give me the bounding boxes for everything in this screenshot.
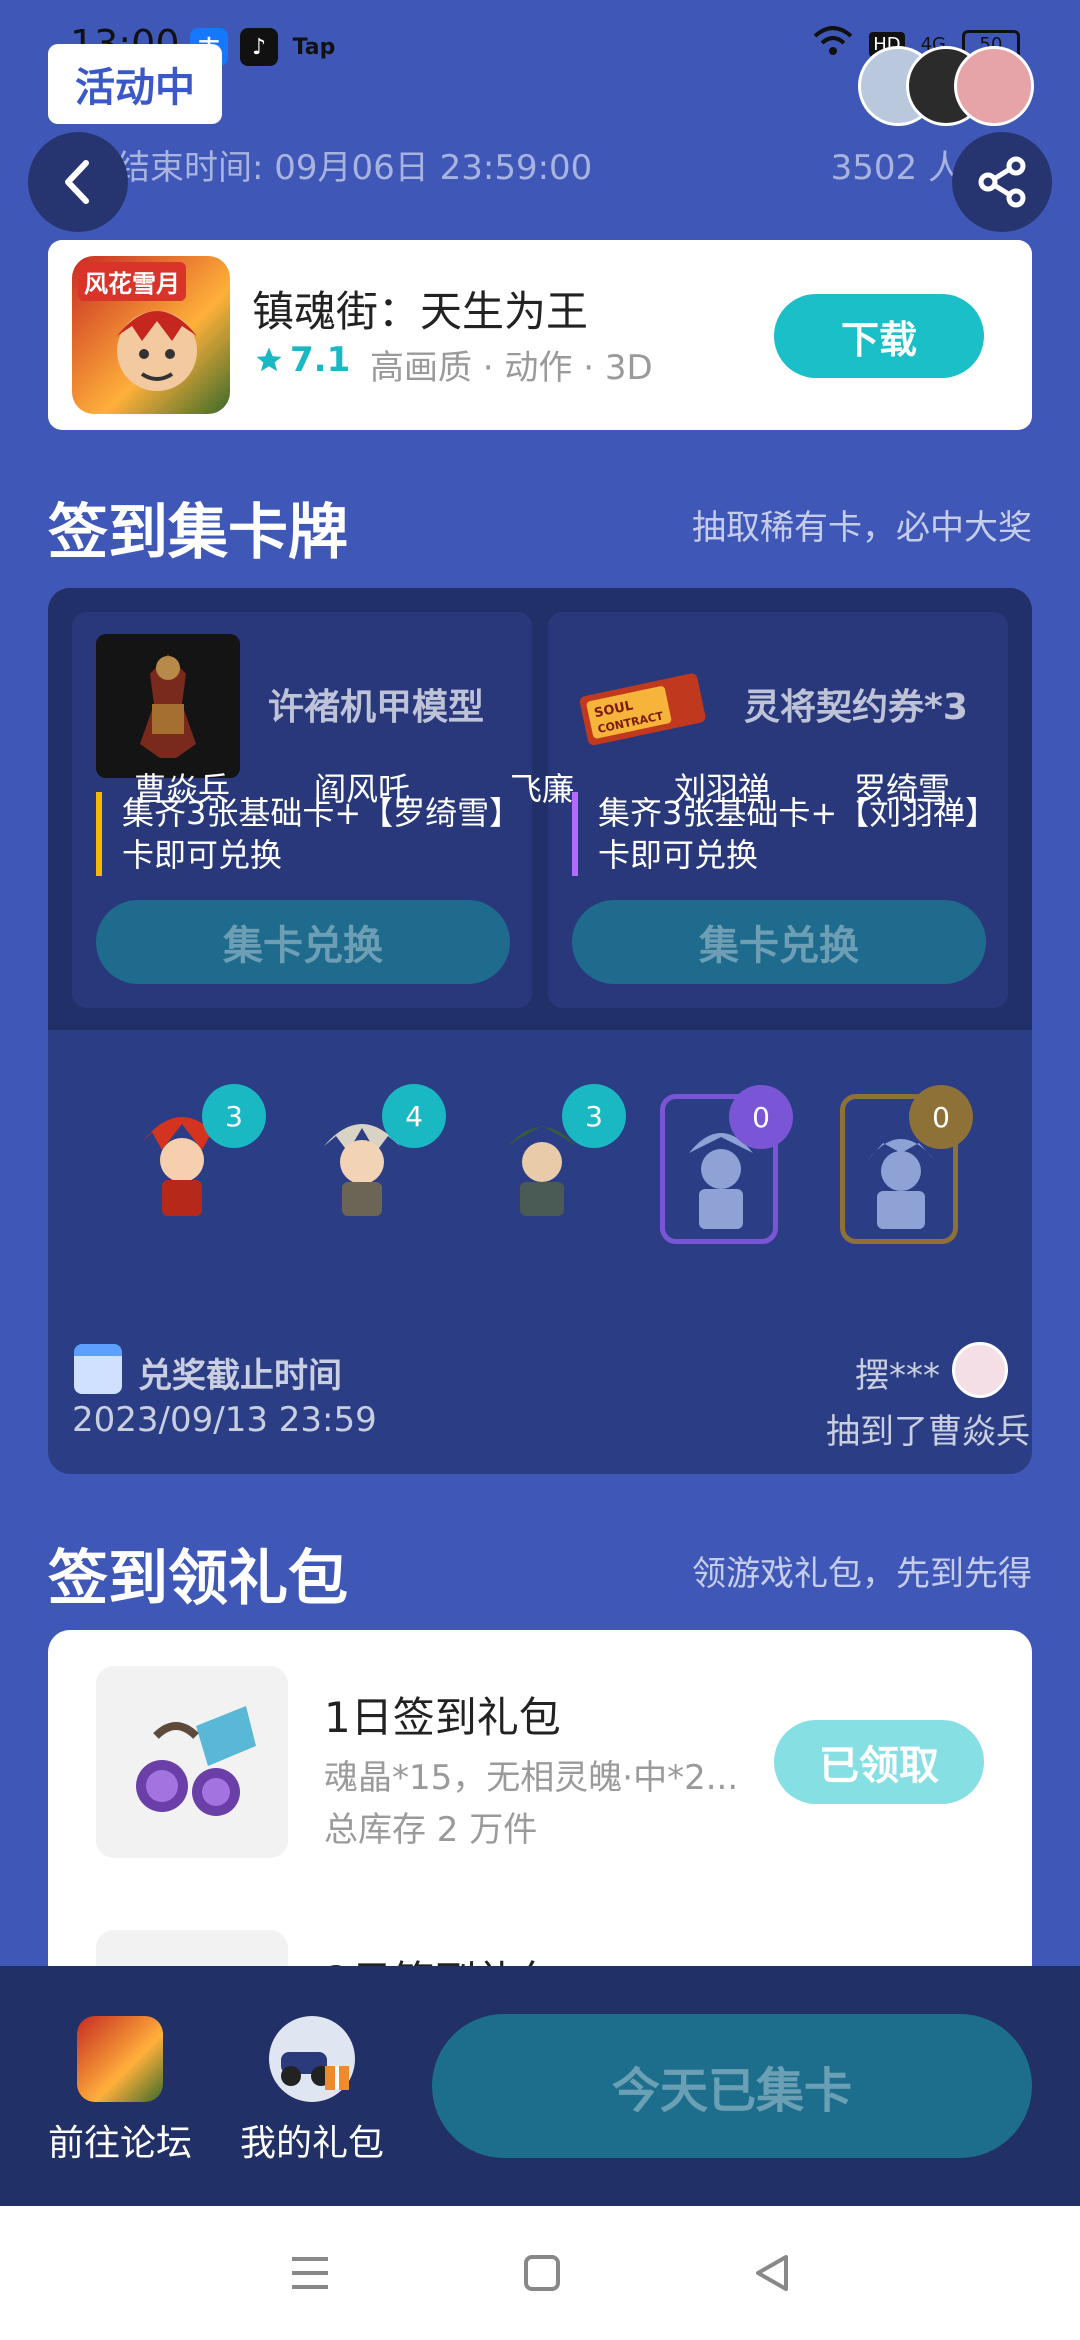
calendar-icon (74, 1344, 122, 1394)
reward-card: SOUL CONTRACT 灵将契约券*3 集齐3张基础卡+【刘羽禅】卡即可兑换 … (548, 612, 1008, 1008)
exchange-button[interactable]: 集卡兑换 (572, 900, 986, 984)
reward-image: SOUL CONTRACT (572, 634, 716, 778)
card-section-title: 签到集卡牌 (48, 498, 348, 568)
forum-label: 前往论坛 (47, 2123, 192, 2164)
deadline-value: 2023/09/13 23:59 (72, 1400, 377, 1440)
reward-name: 许褚机甲模型 (268, 687, 485, 728)
deadline-label: 兑奖截止时间 (138, 1356, 342, 1396)
gift-title: 1日签到礼包 (324, 1693, 561, 1742)
tiktok-icon: ♪ (240, 28, 278, 66)
avatar (954, 46, 1034, 126)
character-name: 阎风吒 (313, 770, 410, 808)
gift-list: 1日签到礼包 魂晶*15，无相灵魄·中*2... 总库存 2 万件 已领取 2日… (48, 1630, 1032, 2010)
claimed-button[interactable]: 已领取 (774, 1720, 984, 1804)
winner-name: 摆*** (855, 1356, 940, 1396)
card-section-subtitle: 抽取稀有卡，必中大奖 (692, 508, 1032, 548)
game-title: 镇魂街：天生为王 (252, 287, 589, 336)
taptap-icon: Tap (292, 34, 336, 60)
system-nav-bar (0, 2206, 1080, 2340)
game-icon (77, 2016, 163, 2102)
gift-icon (269, 2016, 355, 2102)
reward-name: 灵将契约券*3 (744, 687, 968, 728)
character-card-locked[interactable]: 0 (660, 1085, 793, 1244)
avatar (952, 1342, 1008, 1398)
gift-description: 魂晶*15，无相灵魄·中*2... (324, 1758, 739, 1798)
back-button[interactable] (28, 132, 128, 232)
reward-card: 许褚机甲模型 集齐3张基础卡+【罗绮雪】卡即可兑换 集卡兑换 (72, 612, 532, 1008)
bottom-action-bar: 前往论坛 我的礼包 今天已集卡 (0, 1966, 1080, 2206)
card-count-badge: 3 (562, 1084, 626, 1148)
my-gifts-link[interactable]: 我的礼包 (222, 2016, 402, 2166)
participant-avatars[interactable] (858, 46, 1038, 126)
forum-link[interactable]: 前往论坛 (30, 2016, 210, 2166)
character-name: 飞廉 (509, 770, 574, 808)
character-card[interactable]: 3 (112, 1084, 266, 1254)
gift-section-subtitle: 领游戏礼包，先到先得 (692, 1554, 1032, 1594)
game-tags: 高画质 · 动作 · 3D (370, 348, 653, 388)
game-character-image (117, 311, 197, 391)
character-name: 罗绮雪 (853, 770, 950, 808)
collect-card-button[interactable]: 今天已集卡 (432, 2014, 1032, 2158)
wifi-icon (813, 26, 853, 63)
activity-status-badge: 活动中 (48, 44, 222, 124)
back-nav-icon[interactable] (752, 2253, 792, 2293)
rating-value: 7.1 (290, 340, 351, 380)
card-collection-panel: 许褚机甲模型 集齐3张基础卡+【罗绮雪】卡即可兑换 集卡兑换 SOUL CONTR… (48, 588, 1032, 1474)
character-name: 刘羽禅 (673, 770, 770, 808)
share-button[interactable] (952, 132, 1052, 232)
menu-icon[interactable] (288, 2253, 332, 2293)
gift-thumbnail (96, 1666, 288, 1858)
exchange-button[interactable]: 集卡兑换 (96, 900, 510, 984)
card-count-badge: 0 (729, 1085, 793, 1149)
character-card[interactable]: 4 (292, 1084, 446, 1254)
card-count-badge: 0 (909, 1085, 973, 1149)
game-rating: 7.1 (254, 340, 350, 380)
my-gifts-label: 我的礼包 (239, 2123, 384, 2164)
activity-end-time: 活动结束时间: 09月06日 23:59:00 (48, 148, 593, 188)
card-count-badge: 3 (202, 1084, 266, 1148)
game-card[interactable]: 风花雪月 镇魂街：天生为王 7.1 高画质 · 动作 · 3D 下载 (48, 240, 1032, 430)
reward-image (96, 634, 240, 778)
character-card[interactable]: 3 (472, 1084, 626, 1254)
chevron-left-icon (65, 160, 89, 204)
share-icon (978, 156, 1026, 208)
card-count-badge: 4 (382, 1084, 446, 1148)
winner-result: 抽到了曹焱兵 (826, 1412, 1030, 1452)
star-icon (256, 347, 282, 372)
home-icon[interactable] (522, 2253, 562, 2293)
game-icon[interactable]: 风花雪月 (72, 256, 230, 414)
gift-section-title: 签到领礼包 (48, 1544, 348, 1614)
character-card-locked[interactable]: 0 (840, 1085, 973, 1244)
download-button[interactable]: 下载 (774, 294, 984, 378)
gift-stock: 总库存 2 万件 (324, 1810, 538, 1850)
character-name: 曹焱兵 (133, 770, 230, 808)
